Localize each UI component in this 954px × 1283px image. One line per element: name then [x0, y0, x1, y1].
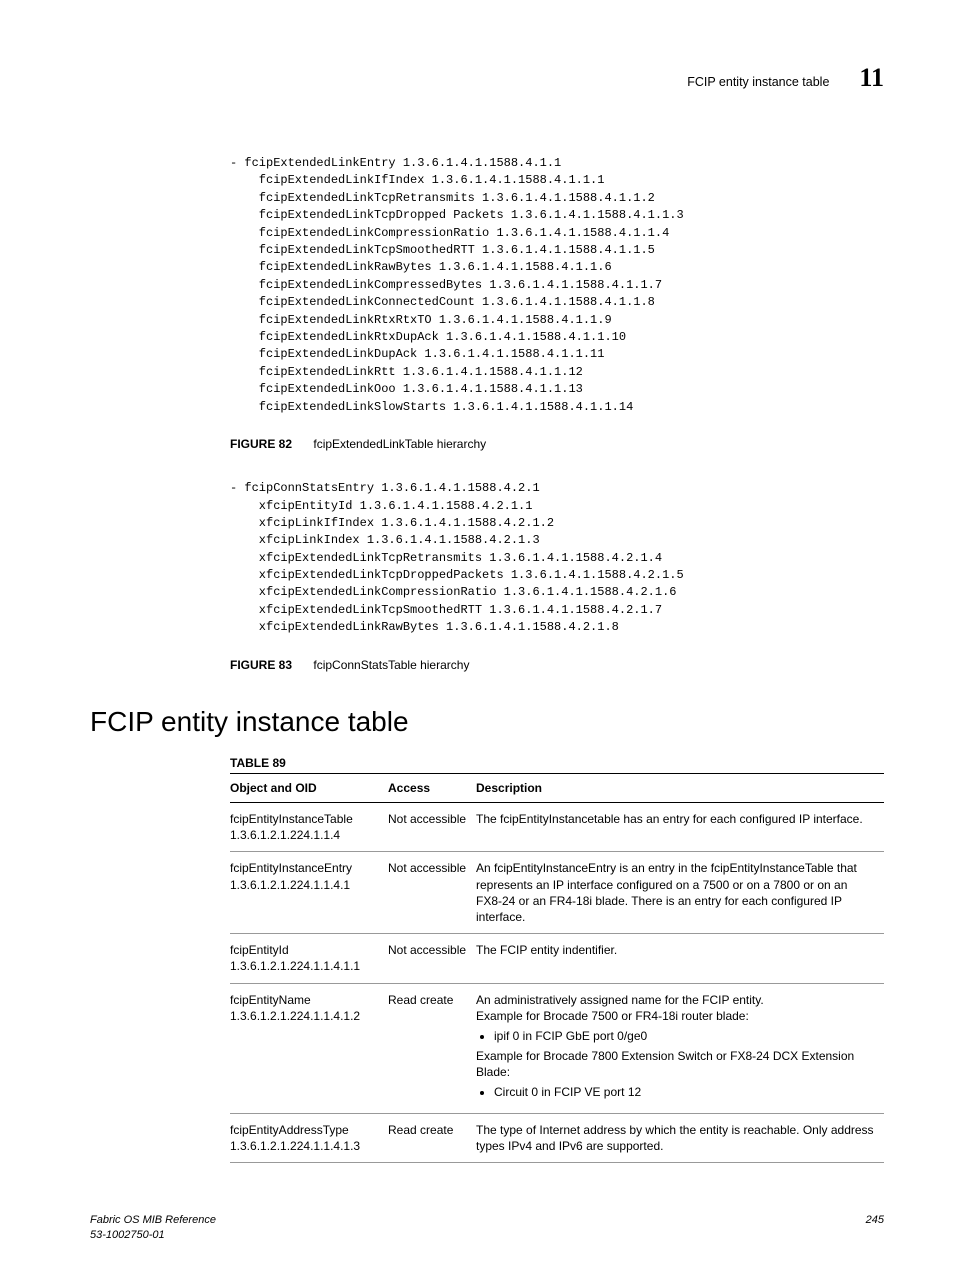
description-value: An fcipEntityInstanceEntry is an entry i… [476, 852, 884, 934]
description-value: The fcipEntityInstancetable has an entry… [476, 803, 884, 852]
object-name: fcipEntityInstanceTable [230, 811, 380, 827]
figure-83-caption: FIGURE 83 fcipConnStatsTable hierarchy [230, 657, 884, 673]
access-value: Not accessible [388, 803, 476, 852]
header-title: FCIP entity instance table [687, 74, 829, 91]
table-row: fcipEntityAddressType 1.3.6.1.2.1.224.1.… [230, 1113, 884, 1162]
section-title: FCIP entity instance table [90, 703, 884, 741]
table-row: fcipEntityId 1.3.6.1.2.1.224.1.1.4.1.1 N… [230, 934, 884, 983]
footer-doc-number: 53-1002750-01 [90, 1228, 216, 1243]
object-name: fcipEntityId [230, 942, 380, 958]
object-oid: 1.3.6.1.2.1.224.1.1.4.1.2 [230, 1008, 380, 1024]
object-oid: 1.3.6.1.2.1.224.1.1.4.1.3 [230, 1138, 380, 1154]
access-value: Read create [388, 983, 476, 1113]
page-number: 245 [866, 1213, 884, 1243]
object-oid: 1.3.6.1.2.1.224.1.1.4.1 [230, 877, 380, 893]
object-oid: 1.3.6.1.2.1.224.1.1.4 [230, 827, 380, 843]
access-value: Not accessible [388, 852, 476, 934]
page-header: FCIP entity instance table 11 [90, 60, 884, 95]
object-name: fcipEntityAddressType [230, 1122, 380, 1138]
object-oid: 1.3.6.1.2.1.224.1.1.4.1.1 [230, 958, 380, 974]
description-value: The FCIP entity indentifier. [476, 934, 884, 983]
page-footer: Fabric OS MIB Reference 53-1002750-01 24… [90, 1213, 884, 1243]
description-value: An administratively assigned name for th… [476, 983, 884, 1113]
figure-label: FIGURE 82 [230, 437, 292, 451]
figure-82-code: - fcipExtendedLinkEntry 1.3.6.1.4.1.1588… [230, 155, 884, 416]
mib-table: Object and OID Access Description fcipEn… [230, 773, 884, 1163]
table-row: fcipEntityName 1.3.6.1.2.1.224.1.1.4.1.2… [230, 983, 884, 1113]
table-header-row: Object and OID Access Description [230, 773, 884, 802]
figure-label: FIGURE 83 [230, 658, 292, 672]
col-header-description: Description [476, 773, 884, 802]
description-value: The type of Internet address by which th… [476, 1113, 884, 1162]
access-value: Read create [388, 1113, 476, 1162]
figure-title: fcipConnStatsTable hierarchy [313, 658, 469, 672]
chapter-number: 11 [859, 60, 884, 95]
table-row: fcipEntityInstanceEntry 1.3.6.1.2.1.224.… [230, 852, 884, 934]
col-header-object: Object and OID [230, 773, 388, 802]
figure-82-caption: FIGURE 82 fcipExtendedLinkTable hierarch… [230, 436, 884, 452]
col-header-access: Access [388, 773, 476, 802]
object-name: fcipEntityInstanceEntry [230, 860, 380, 876]
footer-doc-title: Fabric OS MIB Reference [90, 1213, 216, 1228]
access-value: Not accessible [388, 934, 476, 983]
figure-title: fcipExtendedLinkTable hierarchy [313, 437, 486, 451]
object-name: fcipEntityName [230, 992, 380, 1008]
table-row: fcipEntityInstanceTable 1.3.6.1.2.1.224.… [230, 803, 884, 852]
table-caption: TABLE 89 [230, 755, 884, 771]
figure-83-code: - fcipConnStatsEntry 1.3.6.1.4.1.1588.4.… [230, 480, 884, 637]
